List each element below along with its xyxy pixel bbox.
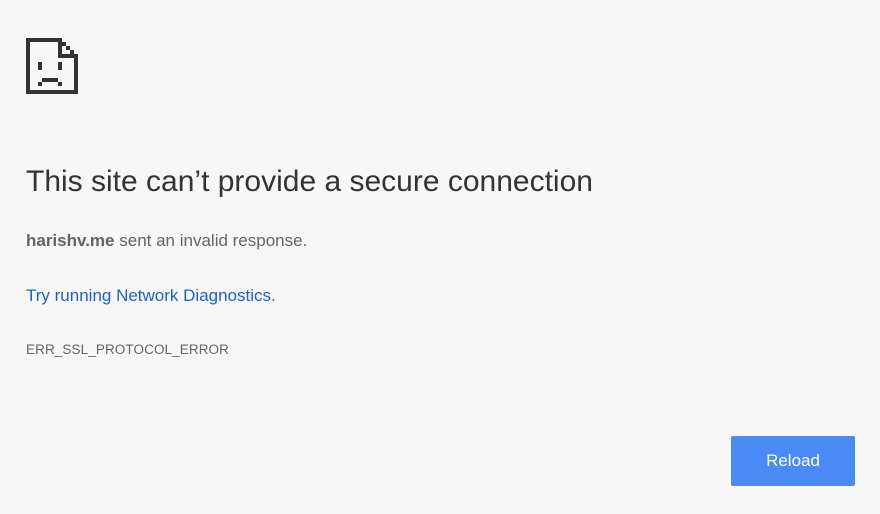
error-summary-text: sent an invalid response. (114, 231, 308, 250)
error-page: This site can’t provide a secure connect… (0, 0, 880, 514)
reload-button[interactable]: Reload (731, 436, 855, 486)
error-summary: harishv.me sent an invalid response. (26, 230, 307, 252)
suggestion-trailing: . (271, 286, 276, 305)
host-name: harishv.me (26, 231, 115, 250)
error-code: ERR_SSL_PROTOCOL_ERROR (26, 342, 230, 357)
network-diagnostics-link[interactable]: Try running Network Diagnostics (26, 286, 271, 305)
sad-page-icon (26, 38, 78, 94)
suggestion: Try running Network Diagnostics. (26, 285, 276, 307)
page-title: This site can’t provide a secure connect… (26, 165, 593, 198)
